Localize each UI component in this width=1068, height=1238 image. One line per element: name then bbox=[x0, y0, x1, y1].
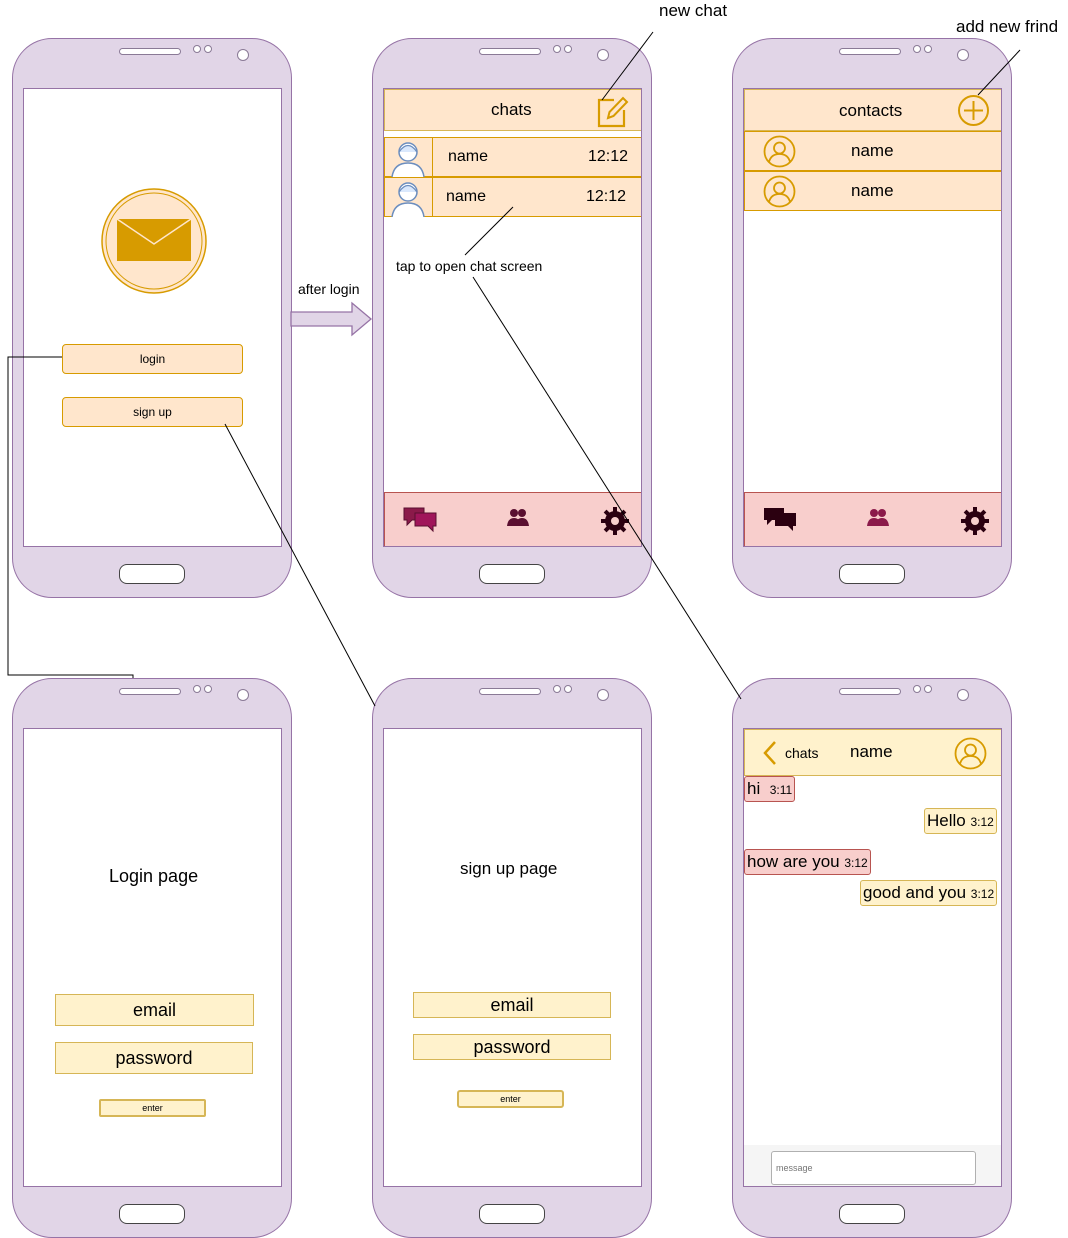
annotation-tap-to-open: tap to open chat screen bbox=[396, 258, 543, 274]
annotation-after-login: after login bbox=[298, 281, 360, 297]
connectors bbox=[7, 31, 1021, 707]
annotation-add-new-friend: add new frind bbox=[956, 17, 1059, 36]
annotation-new-chat: new chat bbox=[659, 1, 728, 20]
